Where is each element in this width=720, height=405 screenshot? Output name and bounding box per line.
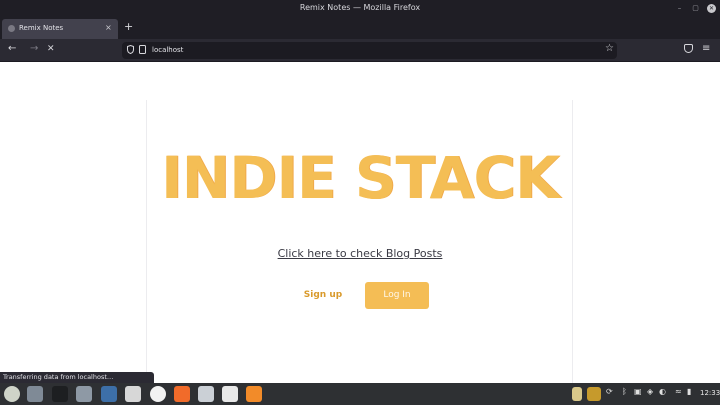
new-tab-button[interactable]: + (124, 20, 133, 33)
maximize-icon[interactable]: ▢ (691, 4, 700, 13)
pocket-icon[interactable] (684, 44, 693, 53)
volume-icon[interactable]: ◐ (659, 387, 666, 396)
url-bar[interactable]: localhost ☆ (122, 42, 617, 59)
wifi-icon[interactable]: ≈ (675, 387, 682, 396)
blog-posts-link[interactable]: Click here to check Blog Posts (0, 247, 720, 260)
title-bar: Remix Notes — Mozilla Firefox – ▢ ✕ (0, 0, 720, 17)
divider (146, 100, 147, 383)
back-button[interactable]: ← (8, 43, 16, 54)
taskbar: ⟳ ᛒ ▣ ◈ ◐ ≈ ▮ 12:33 (0, 383, 720, 405)
clipboard-icon[interactable] (572, 387, 582, 401)
notes-icon[interactable] (198, 386, 214, 402)
stop-button[interactable]: ✕ (47, 44, 55, 54)
minimize-icon[interactable]: – (675, 4, 684, 13)
window-title: Remix Notes — Mozilla Firefox (299, 3, 421, 12)
tab-strip: Remix Notes × + (0, 17, 720, 39)
desktop-icon[interactable] (125, 386, 141, 402)
network-icon[interactable]: ▣ (634, 387, 642, 396)
url-text[interactable]: localhost (152, 46, 183, 54)
vscode-icon[interactable] (101, 386, 117, 402)
bookmark-star-icon[interactable]: ☆ (605, 43, 614, 54)
close-window-icon[interactable]: ✕ (707, 4, 716, 13)
folder-icon[interactable] (76, 386, 92, 402)
files-icon[interactable] (27, 386, 43, 402)
brave-icon[interactable] (174, 386, 190, 402)
page-icon[interactable] (139, 45, 146, 54)
divider (572, 100, 573, 383)
bluetooth-icon[interactable]: ᛒ (622, 387, 627, 396)
terminal-icon[interactable] (52, 386, 68, 402)
chrome-icon[interactable] (150, 386, 166, 402)
tab-title: Remix Notes (19, 24, 64, 32)
skype-icon[interactable] (222, 386, 238, 402)
tab-remix-notes[interactable]: Remix Notes × (2, 19, 118, 39)
hero-title: INDIE STACK (161, 144, 560, 212)
login-button[interactable]: Log In (365, 282, 429, 309)
clock[interactable]: 12:33 (700, 389, 720, 397)
signup-button[interactable]: Sign up (294, 282, 352, 309)
forward-button[interactable]: → (30, 43, 38, 54)
hamburger-menu-icon[interactable]: ≡ (702, 43, 710, 54)
shield-tray-icon[interactable]: ◈ (647, 387, 653, 396)
battery-icon[interactable]: ▮ (687, 387, 691, 396)
navigation-toolbar: ← → ✕ localhost ☆ ≡ (0, 39, 720, 62)
sync-icon[interactable]: ⟳ (606, 387, 613, 396)
page-content: INDIE STACK Click here to check Blog Pos… (0, 62, 720, 383)
status-tooltip: Transferring data from localhost… (0, 372, 154, 383)
tab-favicon-icon (8, 25, 15, 32)
firefox-icon[interactable] (246, 386, 262, 402)
menu-icon[interactable] (4, 386, 20, 402)
tab-close-icon[interactable]: × (105, 23, 112, 32)
shield-icon[interactable] (127, 45, 134, 54)
update-icon[interactable] (587, 387, 601, 401)
